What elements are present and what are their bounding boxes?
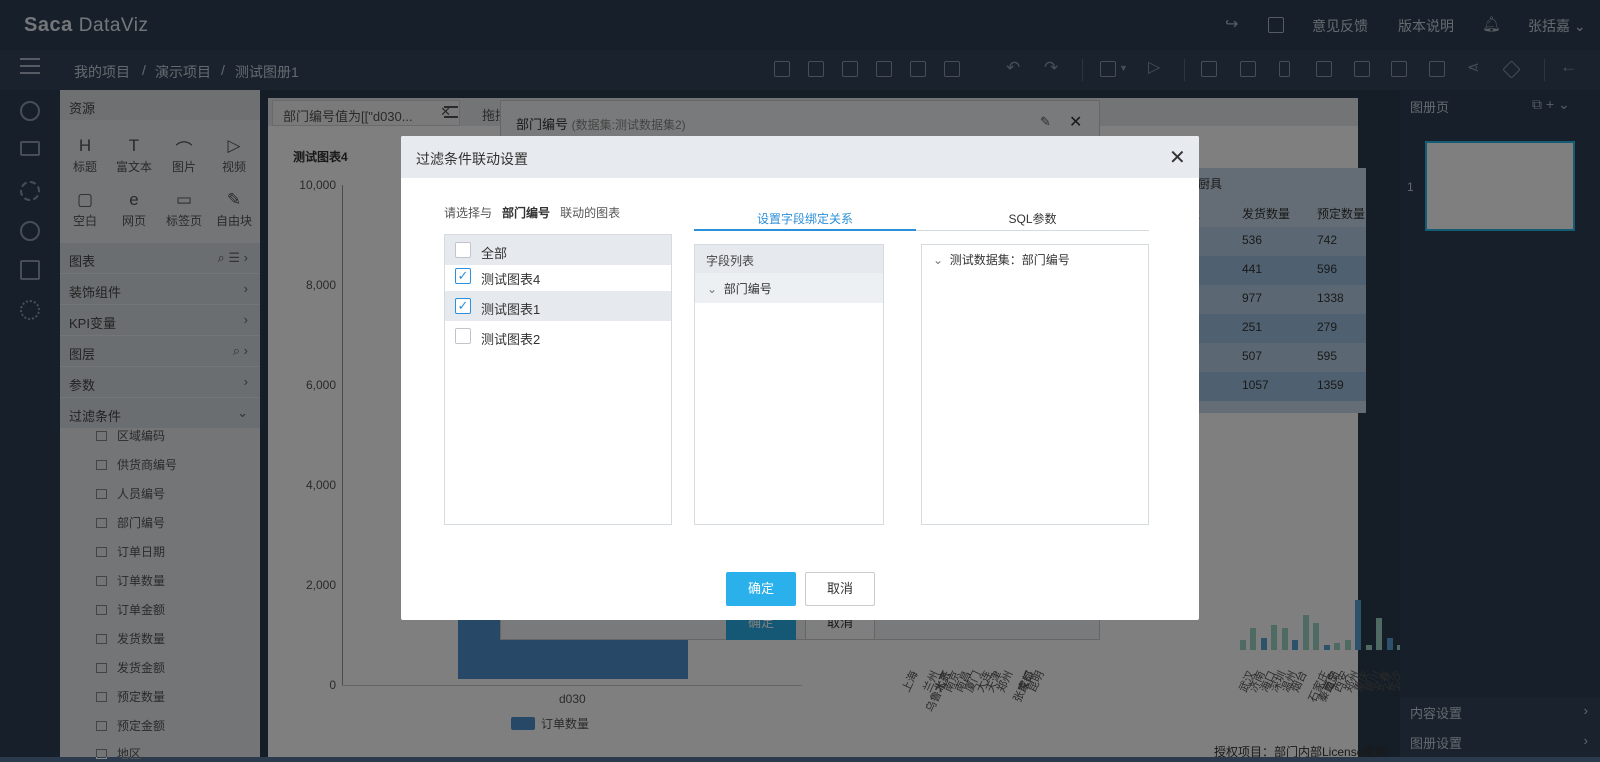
filter-linkage-dialog: 过滤条件联动设置 ✕ 请选择与 部门编号 联动的图表 设置字段绑定关系 SQL参…: [401, 136, 1199, 620]
confirm-button[interactable]: 确定: [726, 572, 796, 606]
dialog-title: 过滤条件联动设置: [416, 151, 528, 167]
tab-sql-params[interactable]: SQL参数: [916, 210, 1149, 227]
field-list-header: 字段列表: [695, 245, 883, 273]
chart-option[interactable]: ✓ 测试图表4: [445, 261, 671, 291]
dataset-tree-item[interactable]: ⌄ 测试数据集：部门编号: [933, 251, 1070, 268]
cancel-button[interactable]: 取消: [805, 572, 875, 606]
dataset-binding-panel: [921, 244, 1149, 525]
checkbox[interactable]: [455, 328, 471, 344]
checkbox[interactable]: [455, 242, 471, 258]
chart-option[interactable]: 测试图表2: [445, 321, 671, 351]
checkbox-checked[interactable]: ✓: [455, 298, 471, 314]
field-item[interactable]: ⌄ 部门编号: [695, 273, 883, 303]
tab-active-indicator: [694, 229, 916, 231]
tab-divider: [916, 230, 1149, 231]
linkage-prompt: 请选择与 部门编号 联动的图表: [444, 206, 621, 220]
close-icon[interactable]: ✕: [1169, 145, 1186, 170]
checkbox-checked[interactable]: ✓: [455, 268, 471, 284]
tab-field-binding[interactable]: 设置字段绑定关系: [694, 210, 916, 227]
chart-option[interactable]: ✓ 测试图表1: [445, 291, 671, 321]
